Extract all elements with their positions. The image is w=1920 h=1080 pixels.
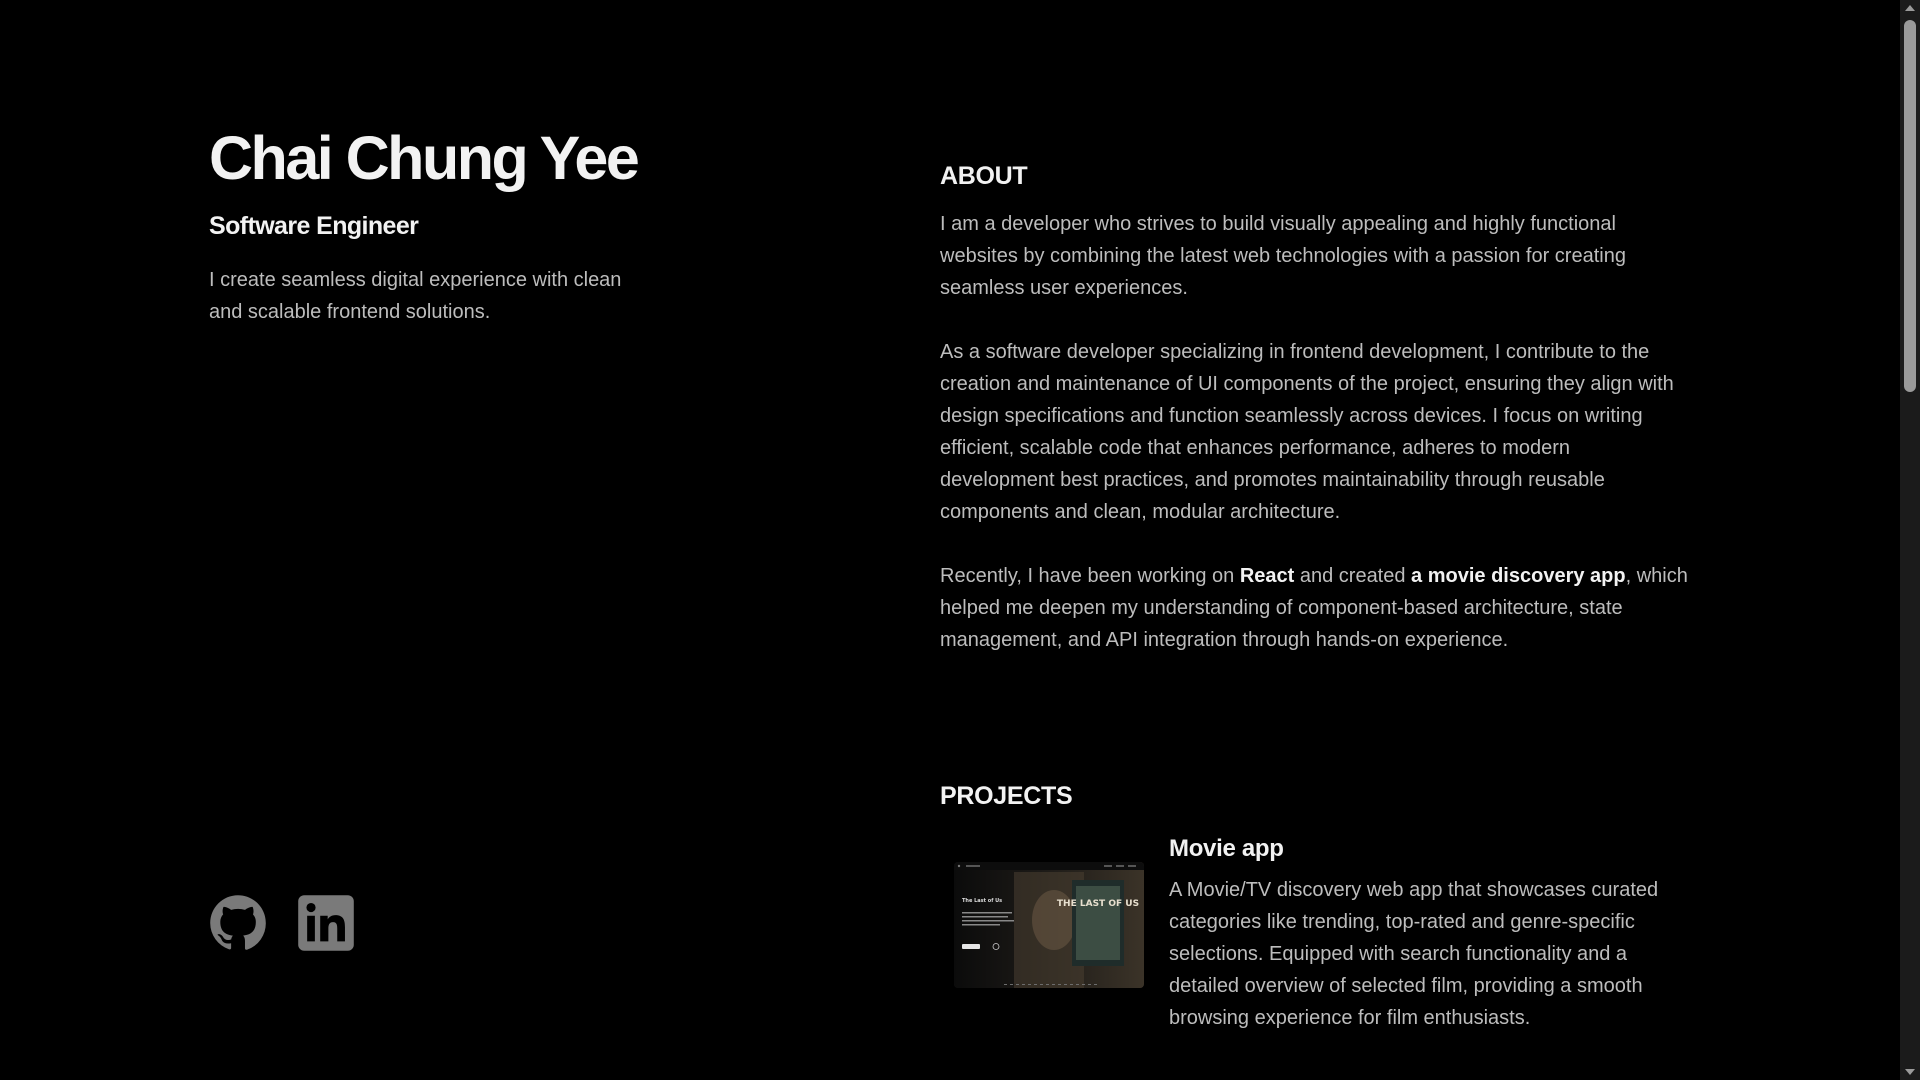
social-links [209,894,355,952]
scroll-down-arrow-icon[interactable] [1905,1069,1915,1075]
about-heading: ABOUT [940,162,1028,190]
movie-app-highlight: a movie discovery app [1411,565,1626,587]
project-thumbnail[interactable]: THE LAST OF US The Last of Us [954,862,1144,988]
about-section: ABOUT I am a developer who strives to bu… [940,158,1690,656]
movie-app-screenshot: THE LAST OF US The Last of Us [954,862,1144,988]
about-p3-middle: and created [1294,565,1412,587]
github-link[interactable] [209,894,267,952]
about-p3-before: Recently, I have been working on [940,565,1240,587]
page-scrollbar[interactable] [1900,0,1920,1080]
portfolio-page: Chai Chung Yee Software Engineer I creat… [0,0,1920,1080]
profile-name: Chai Chung Yee [209,124,640,192]
profile-header: Chai Chung Yee Software Engineer I creat… [209,120,729,328]
scroll-up-arrow-icon[interactable] [1905,5,1915,11]
project-title[interactable]: Movie app [1169,830,1689,868]
poster-title: THE LAST OF US [1057,899,1139,909]
linkedin-icon [298,895,354,951]
about-paragraph-1: I am a developer who strives to build vi… [940,213,1626,299]
scroll-thumb[interactable] [1904,20,1916,392]
project-card[interactable]: THE LAST OF US The Last of Us Movie app … [940,824,1690,1034]
projects-section: PROJECTS THE LAST OF US The Last of Us M… [940,778,1690,1034]
github-icon [210,895,266,950]
project-description: A Movie/TV discovery web app that showca… [1169,879,1659,1029]
projects-heading: PROJECTS [940,782,1073,810]
about-paragraph-3: Recently, I have been working on React a… [940,560,1690,656]
profile-tagline: I create seamless digital experience wit… [209,269,622,323]
project-body: Movie app A Movie/TV discovery web app t… [1169,824,1689,1034]
about-paragraph-2: As a software developer specializing in … [940,341,1674,523]
linkedin-link[interactable] [297,894,355,952]
thumbnail-caption: The Last of Us [962,898,1002,904]
profile-role: Software Engineer [209,212,419,240]
react-highlight: React [1239,565,1295,587]
